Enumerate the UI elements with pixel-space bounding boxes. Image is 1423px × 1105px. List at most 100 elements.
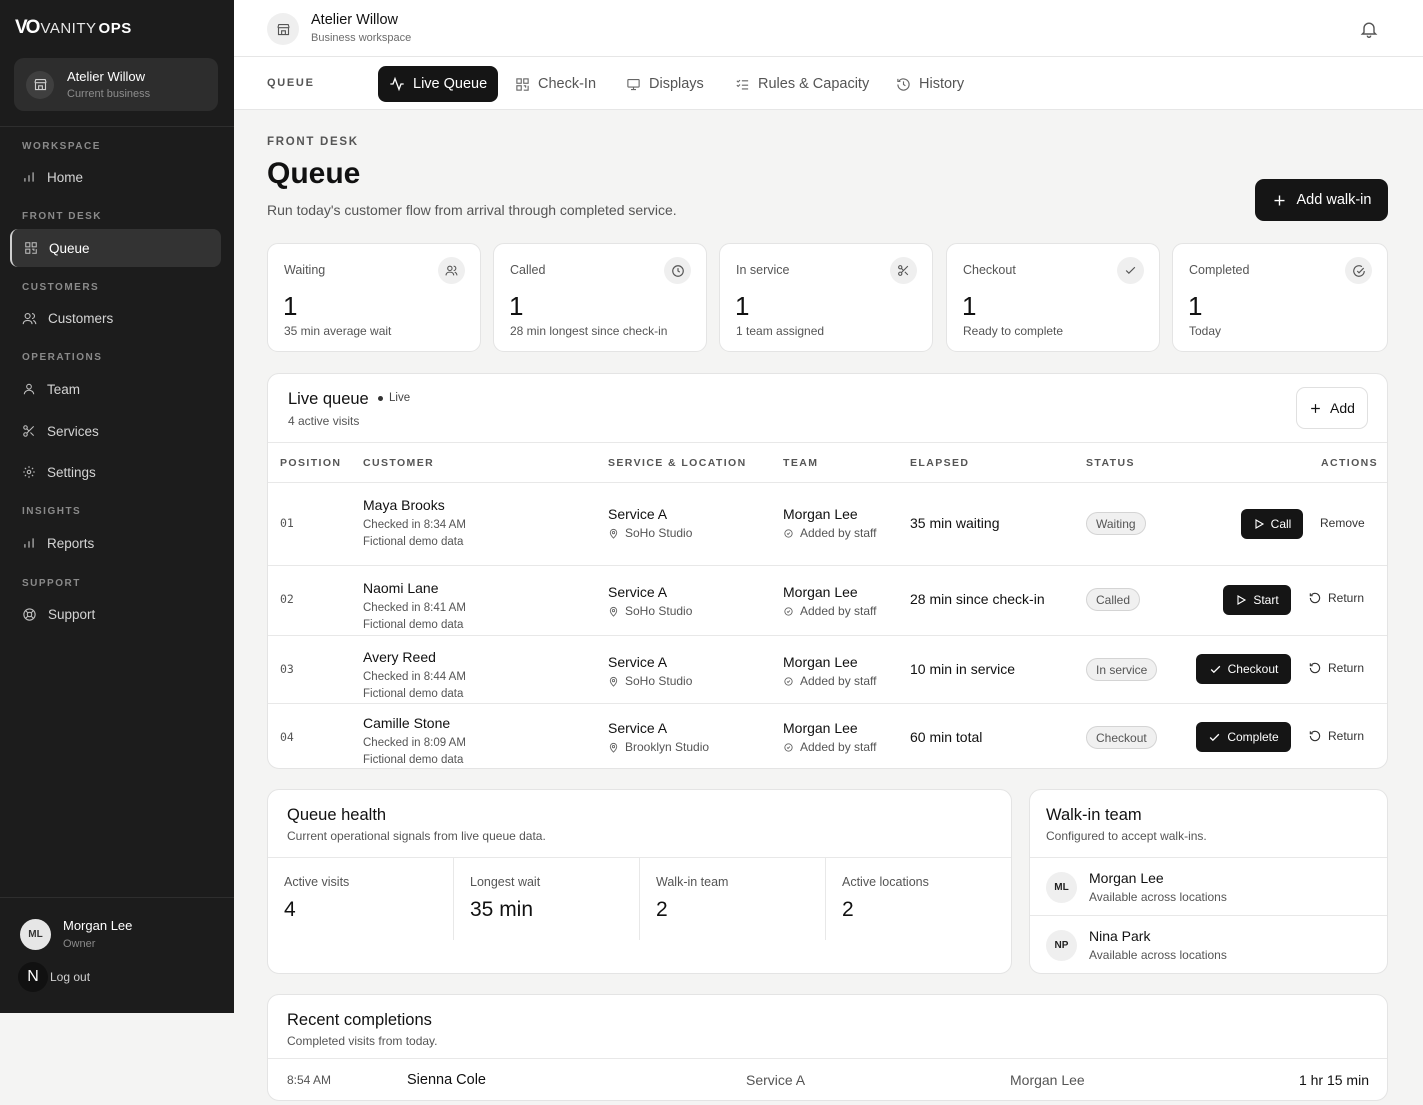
return-label: Return [1328, 591, 1365, 605]
tab-rules-capacity[interactable]: Rules & Capacity [724, 66, 880, 102]
tab-label: Check-In [538, 76, 597, 92]
tab-label: Live Queue [413, 76, 488, 92]
customer-name[interactable]: Maya Brooks [363, 497, 445, 513]
bell-icon[interactable] [1359, 19, 1379, 39]
undo-icon [1309, 592, 1321, 604]
sidebar-item-services[interactable]: Services [10, 412, 221, 450]
sidebar-item-label: Home [47, 169, 84, 185]
list-item[interactable]: ML Morgan Lee Available across locations [1030, 857, 1387, 915]
section-customers: CUSTOMERS [22, 282, 100, 293]
queue-health-card: Queue health Current operational signals… [267, 789, 1012, 974]
add-label: Add [1330, 400, 1355, 416]
column-header: POSITION [280, 457, 342, 469]
stat-value: 1 [962, 291, 977, 321]
location-name: SoHo Studio [625, 674, 693, 688]
logout-button[interactable]: N Log out [18, 962, 90, 992]
add-button[interactable]: Add [1296, 387, 1368, 429]
stat-label: Completed [1189, 263, 1250, 277]
complete-button[interactable]: Complete [1196, 722, 1291, 752]
customer-name[interactable]: Naomi Lane [363, 580, 439, 596]
table-row[interactable]: 8:54 AM Sienna Cole Service A Morgan Lee… [268, 1058, 1387, 1099]
sidebar-item-home[interactable]: Home [10, 158, 221, 196]
scissors-icon [890, 257, 917, 284]
complete-label: Complete [1227, 730, 1279, 744]
check-icon [1117, 257, 1144, 284]
stat-sub: 35 min average wait [284, 324, 392, 338]
add-walk-in-button[interactable]: Add walk-in [1255, 179, 1388, 221]
tab-displays[interactable]: Displays [615, 66, 715, 102]
logo-mark: VO [15, 17, 40, 38]
tab-history[interactable]: History [885, 66, 975, 102]
customer-name[interactable]: Camille Stone [363, 715, 450, 731]
completion-team: Morgan Lee [1010, 1072, 1085, 1088]
return-label: Return [1328, 661, 1365, 675]
start-button[interactable]: Start [1223, 585, 1291, 615]
stat-label: Checkout [963, 263, 1016, 277]
elapsed-time: 10 min in service [910, 661, 1016, 677]
column-header: ELAPSED [910, 457, 970, 469]
clock-icon [664, 257, 691, 284]
member-availability: Available across locations [1089, 948, 1227, 962]
row-position: 01 [280, 516, 294, 530]
call-label: Call [1270, 517, 1292, 531]
business-role: Current business [67, 88, 151, 100]
user-icon [23, 383, 35, 395]
sidebar-item-team[interactable]: Team [10, 370, 221, 408]
status-badge: In service [1086, 658, 1158, 681]
check-icon [1210, 665, 1220, 673]
stat-card-completed: Completed 1 Today [1172, 243, 1388, 352]
users-icon [438, 257, 465, 284]
sidebar-item-queue[interactable]: Queue [10, 229, 221, 267]
user-profile[interactable]: ML Morgan Lee Owner [20, 918, 132, 950]
checked-in-time: Checked in 8:09 AM [363, 737, 466, 749]
service-name: Service A [608, 506, 668, 522]
bar-chart-icon [24, 172, 34, 182]
location: SoHo Studio [608, 526, 692, 540]
completion-time: 8:54 AM [287, 1073, 332, 1087]
queue-health-title: Queue health [287, 806, 387, 824]
stat-sub: 1 team assigned [736, 324, 825, 338]
sidebar-item-customers[interactable]: Customers [10, 299, 221, 337]
column-header: SERVICE & LOCATION [608, 457, 747, 469]
history-icon [897, 77, 910, 91]
team-source: Added by staff [783, 674, 877, 688]
return-button[interactable]: Return [1308, 661, 1364, 675]
list-item[interactable]: NP Nina Park Available across locations [1030, 915, 1387, 973]
tab-label: Rules & Capacity [758, 76, 870, 92]
page-kicker: FRONT DESK [267, 136, 359, 148]
sidebar-item-settings[interactable]: Settings [10, 453, 221, 491]
call-button[interactable]: Call [1241, 509, 1303, 539]
return-button[interactable]: Return [1308, 729, 1364, 743]
page-title: Queue [267, 157, 361, 190]
business-switcher[interactable]: Atelier Willow Current business [14, 58, 218, 111]
table-row: 01 Maya Brooks Checked in 8:34 AM Fictio… [268, 483, 1387, 566]
sidebar-item-label: Team [47, 381, 81, 397]
team-member: Morgan Lee [783, 584, 858, 600]
logo[interactable]: VO VANITY OPS [15, 17, 132, 39]
sidebar: VO VANITY OPS Atelier Willow Current bus… [0, 0, 234, 1013]
tab-live-queue[interactable]: Live Queue [378, 66, 499, 102]
sidebar-item-support[interactable]: Support [10, 595, 221, 633]
lifebuoy-icon [23, 607, 36, 621]
team-source: Added by staff [783, 604, 877, 618]
stat-value: 1 [509, 291, 524, 321]
team-source-label: Added by staff [800, 740, 877, 754]
badge-icon [784, 606, 793, 616]
customer-note: Fictional demo data [363, 536, 464, 548]
team-member: Morgan Lee [783, 654, 858, 670]
return-button[interactable]: Return [1308, 591, 1364, 605]
row-position: 04 [280, 730, 294, 744]
team-member: Morgan Lee [783, 506, 858, 522]
sidebar-item-reports[interactable]: Reports [10, 524, 221, 562]
map-pin-icon [609, 676, 618, 687]
remove-button[interactable]: Remove [1320, 516, 1365, 530]
checked-in-time: Checked in 8:41 AM [363, 602, 466, 614]
row-position: 03 [280, 662, 294, 676]
map-pin-icon [609, 742, 618, 753]
sidebar-item-label: Settings [47, 464, 96, 480]
qr-icon [516, 77, 529, 91]
checkout-button[interactable]: Checkout [1196, 654, 1291, 684]
tab-check-in[interactable]: Check-In [504, 66, 607, 102]
metric-active-locations: Active locations 2 [826, 858, 1011, 940]
customer-name[interactable]: Avery Reed [363, 649, 436, 665]
